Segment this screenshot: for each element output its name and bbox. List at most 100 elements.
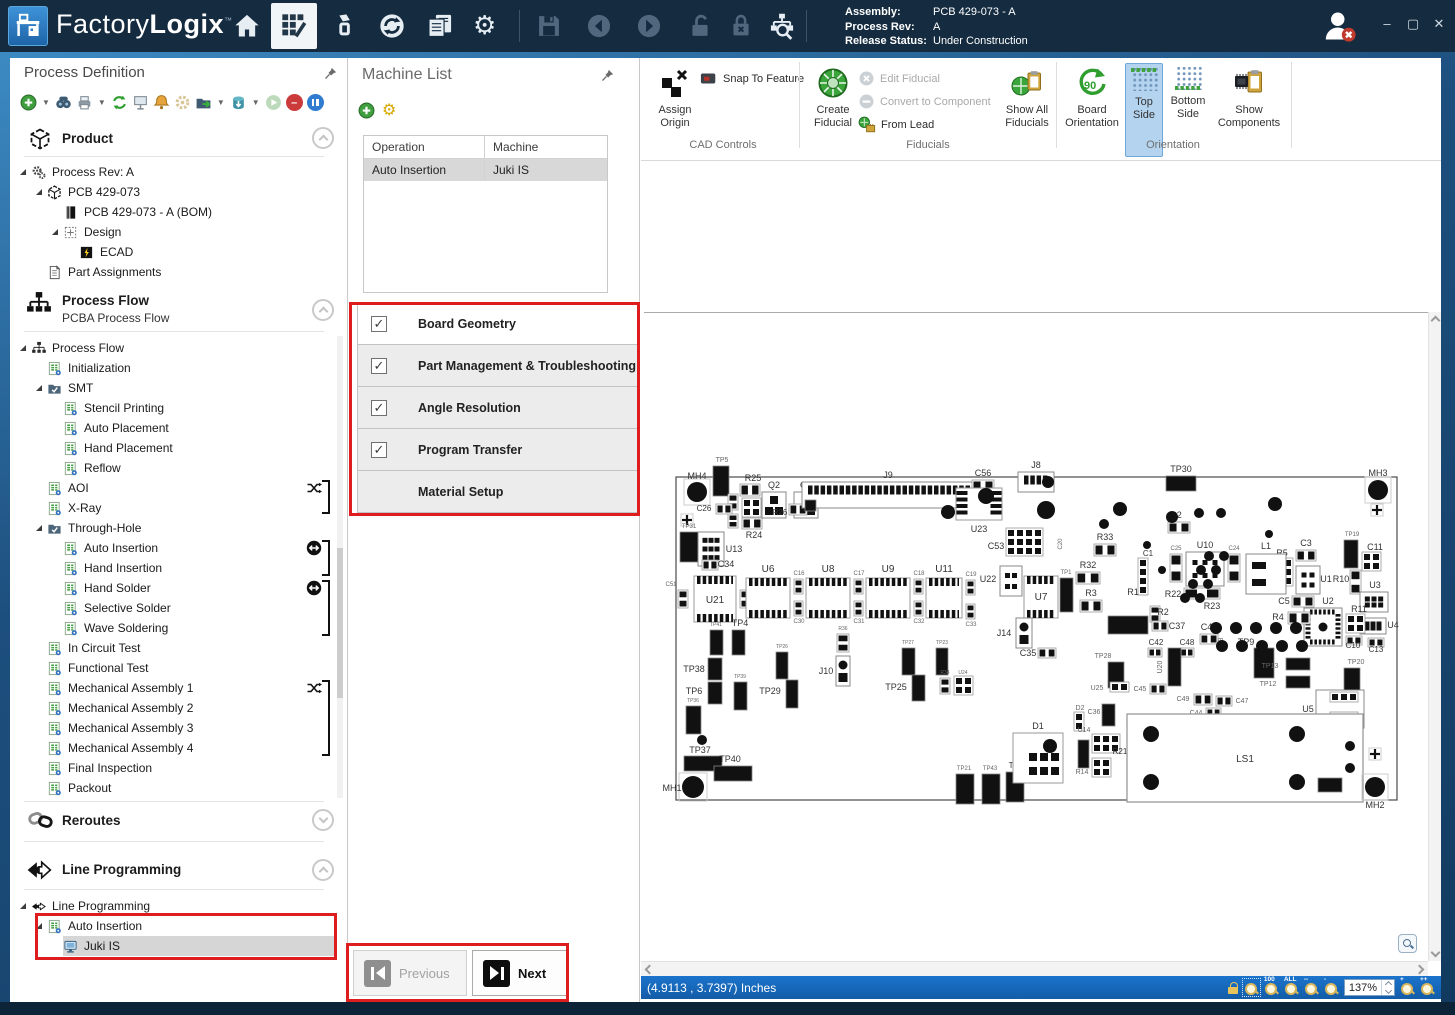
pcb-canvas[interactable]: MH4TP5R25C26R24Q2Q1R26J9C56J8U23TP30MH3C… bbox=[656, 448, 1416, 816]
expander-icon[interactable] bbox=[52, 229, 58, 235]
reports-icon[interactable] bbox=[426, 12, 454, 40]
tree-item-stencil-printing[interactable]: Stencil Printing bbox=[12, 398, 336, 418]
machine-table-header[interactable]: Operation Machine bbox=[364, 136, 607, 159]
tree-item-wave-soldering[interactable]: Wave Soldering bbox=[12, 618, 336, 638]
find-button[interactable] bbox=[55, 94, 72, 111]
line-programming-section-header[interactable]: Line Programming bbox=[62, 862, 181, 877]
stop-button[interactable]: – bbox=[286, 94, 303, 111]
database-dropdown-caret[interactable]: ▼ bbox=[252, 98, 260, 107]
machine-table-row[interactable]: Auto Insertion Juki IS bbox=[364, 159, 607, 181]
zoom-100-icon[interactable]: 100 bbox=[1264, 980, 1279, 995]
reroutes-section-header[interactable]: Reroutes bbox=[62, 813, 121, 828]
process-flow-collapse-button[interactable] bbox=[312, 299, 334, 321]
zoom-level-spinner[interactable]: 137% bbox=[1344, 979, 1395, 996]
process-flow-section-header[interactable]: Process Flow bbox=[62, 293, 149, 308]
maximize-button[interactable]: ▢ bbox=[1405, 16, 1421, 32]
tree-item-process-rev-a[interactable]: Process Rev: A bbox=[12, 162, 336, 182]
tree-item-functional-test[interactable]: Functional Test bbox=[12, 658, 336, 678]
line-programming-collapse-button[interactable] bbox=[312, 859, 334, 881]
tree-item-mechanical-assembly-2[interactable]: Mechanical Assembly 2 bbox=[12, 698, 336, 718]
tree-item-smt[interactable]: SMT bbox=[12, 378, 336, 398]
presentation-button[interactable] bbox=[132, 94, 149, 111]
tree-item-mechanical-assembly-4[interactable]: Mechanical Assembly 4 bbox=[12, 738, 336, 758]
from-lead-button[interactable]: From Lead bbox=[858, 114, 934, 135]
left-panel-scrollbar[interactable] bbox=[337, 336, 343, 798]
close-button[interactable]: ✕ bbox=[1431, 16, 1447, 32]
pause-button[interactable] bbox=[307, 94, 324, 111]
export-button[interactable] bbox=[195, 94, 212, 111]
tree-item-x-ray[interactable]: X-Ray bbox=[12, 498, 336, 518]
sync-icon[interactable] bbox=[378, 12, 406, 40]
tree-item-mechanical-assembly-3[interactable]: Mechanical Assembly 3 bbox=[12, 718, 336, 738]
expander-icon[interactable] bbox=[20, 903, 26, 909]
column-header-machine[interactable]: Machine bbox=[484, 136, 607, 158]
pcb-drawing[interactable]: MH4TP5R25C26R24Q2Q1R26J9C56J8U23TP30MH3C… bbox=[656, 448, 1416, 816]
tree-item-in-circuit-test[interactable]: In Circuit Test bbox=[12, 638, 336, 658]
lock-view-icon[interactable] bbox=[1227, 981, 1239, 994]
expander-icon[interactable] bbox=[36, 525, 42, 531]
pin-icon[interactable] bbox=[324, 66, 337, 81]
tree-item-hand-placement[interactable]: Hand Placement bbox=[12, 438, 336, 458]
zoom-out-icon[interactable]: - bbox=[1324, 980, 1339, 995]
tree-item-selective-solder[interactable]: Selective Solder bbox=[12, 598, 336, 618]
print-dropdown-caret[interactable]: ▼ bbox=[98, 98, 106, 107]
reroutes-expand-button[interactable] bbox=[312, 809, 334, 831]
machine-settings-gear-icon[interactable]: ⚙ bbox=[382, 100, 396, 120]
process-editor-icon[interactable] bbox=[280, 12, 308, 40]
user-logout-icon[interactable] bbox=[1322, 8, 1358, 44]
settings-gear-icon[interactable]: ⚙ bbox=[473, 8, 496, 42]
product-collapse-button[interactable] bbox=[312, 127, 334, 149]
tree-item-part-assignments[interactable]: Part Assignments bbox=[12, 262, 336, 282]
expander-icon[interactable] bbox=[20, 345, 26, 351]
tree-item-packout[interactable]: Packout bbox=[12, 778, 336, 798]
minimize-button[interactable]: – bbox=[1379, 16, 1395, 32]
machine-table[interactable]: Operation Machine Auto Insertion Juki IS bbox=[363, 135, 608, 293]
add-operation-button[interactable] bbox=[20, 94, 37, 111]
zoom-level-value[interactable]: 137% bbox=[1345, 980, 1381, 995]
tree-item-hand-solder[interactable]: Hand Solder bbox=[12, 578, 336, 598]
zoom-window-icon[interactable] bbox=[1244, 980, 1259, 995]
tree-item-final-inspection[interactable]: Final Inspection bbox=[12, 758, 336, 778]
tree-item-initialization[interactable]: Initialization bbox=[12, 358, 336, 378]
zoom-stepper[interactable] bbox=[1381, 980, 1394, 995]
exchange-button[interactable] bbox=[111, 94, 128, 111]
vertical-scrollbar[interactable] bbox=[1428, 312, 1441, 961]
scroll-left-arrow[interactable] bbox=[645, 965, 655, 975]
tree-item-pcb-429-073-a-bom[interactable]: PCB 429-073 - A (BOM) bbox=[12, 202, 336, 222]
scroll-right-arrow[interactable] bbox=[1415, 965, 1425, 975]
zoom-all-icon[interactable]: ALL bbox=[1284, 980, 1299, 995]
tree-search-icon[interactable] bbox=[768, 12, 796, 40]
feeder-setup-icon[interactable] bbox=[330, 12, 358, 40]
expander-icon[interactable] bbox=[36, 385, 42, 391]
cell-operation[interactable]: Auto Insertion bbox=[364, 163, 484, 177]
tree-item-through-hole[interactable]: Through-Hole bbox=[12, 518, 336, 538]
tree-item-design[interactable]: Design bbox=[12, 222, 336, 242]
zoom-in-icon[interactable]: + bbox=[1400, 980, 1415, 995]
tree-item-pcb-429-073[interactable]: PCB 429-073 bbox=[12, 182, 336, 202]
horizontal-scrollbar[interactable] bbox=[641, 961, 1428, 976]
expander-icon[interactable] bbox=[20, 169, 26, 175]
alerts-bell-button[interactable] bbox=[153, 94, 170, 111]
tree-item-reflow[interactable]: Reflow bbox=[12, 458, 336, 478]
expander-icon[interactable] bbox=[36, 189, 42, 195]
export-dropdown-caret[interactable]: ▼ bbox=[217, 98, 225, 107]
zoom-in-fast-icon[interactable]: ++ bbox=[1420, 980, 1435, 995]
zoom-out-window-icon[interactable]: -- bbox=[1304, 980, 1319, 995]
tree-item-hand-insertion[interactable]: Hand Insertion bbox=[12, 558, 336, 578]
tree-item-ecad[interactable]: ECAD bbox=[12, 242, 336, 262]
tree-item-auto-insertion[interactable]: Auto Insertion bbox=[12, 538, 336, 558]
pin-icon[interactable] bbox=[601, 68, 614, 83]
snap-to-feature-button[interactable]: Snap To Feature bbox=[700, 68, 804, 89]
database-button[interactable] bbox=[230, 94, 247, 111]
add-dropdown-caret[interactable]: ▼ bbox=[42, 98, 50, 107]
tree-item-aoi[interactable]: AOI bbox=[12, 478, 336, 498]
scroll-down-arrow[interactable] bbox=[1431, 948, 1441, 958]
cell-machine[interactable]: Juki IS bbox=[484, 159, 607, 181]
home-icon[interactable] bbox=[233, 12, 261, 40]
add-machine-button[interactable] bbox=[358, 102, 375, 119]
product-section-header[interactable]: Product bbox=[62, 131, 113, 146]
column-header-operation[interactable]: Operation bbox=[364, 140, 484, 154]
scroll-up-arrow[interactable] bbox=[1431, 316, 1441, 326]
tree-item-mechanical-assembly-1[interactable]: Mechanical Assembly 1 bbox=[12, 678, 336, 698]
tree-item-process-flow[interactable]: Process Flow bbox=[12, 338, 336, 358]
